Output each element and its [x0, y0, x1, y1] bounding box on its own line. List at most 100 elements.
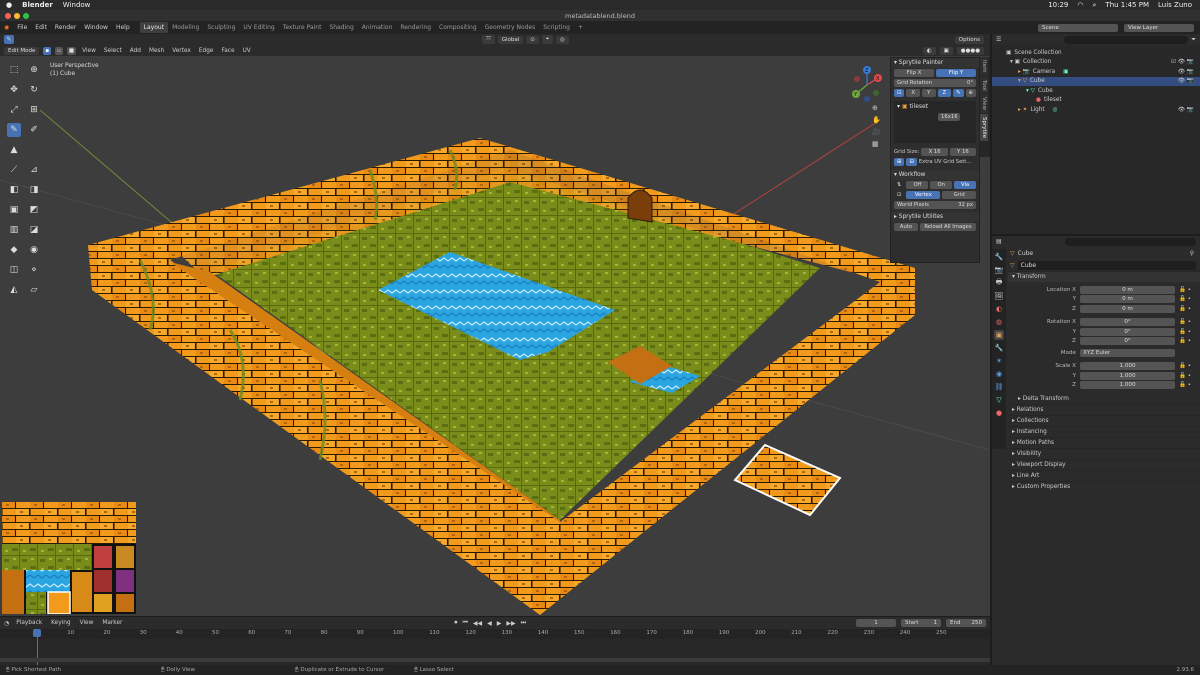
scene-selector[interactable]: Scene — [1038, 23, 1118, 32]
pin-icon[interactable]: ⊕ — [965, 89, 976, 97]
utilities-header[interactable]: ▸ Sprytile Utilites — [891, 212, 979, 222]
sprytile-paint-icon[interactable]: ✎ — [7, 123, 21, 137]
brush-tool-icon[interactable]: ✎ — [4, 35, 14, 44]
scene-tab-icon[interactable]: ◐ — [994, 304, 1004, 314]
delta-transform-section[interactable]: ▸ Delta Transform — [1008, 393, 1200, 404]
search-icon[interactable]: ⌕ — [1093, 1, 1097, 10]
pin-context-icon[interactable]: ⚲ — [1190, 250, 1194, 257]
tileset-preview[interactable] — [2, 502, 136, 615]
blender-logo-icon[interactable]: ◉ — [0, 24, 13, 31]
proportional-edit-icon[interactable]: ◎ — [555, 35, 569, 44]
menu-playback[interactable]: Playback — [14, 620, 44, 626]
tab-item[interactable]: Item — [980, 57, 988, 76]
flip-y-button[interactable]: Flip Y — [936, 69, 976, 77]
menu-view[interactable]: View — [80, 48, 98, 54]
axis-x-button[interactable]: X — [906, 89, 920, 97]
snap-normal-icon[interactable]: ✎ — [953, 89, 964, 97]
lock-scale-x-icon[interactable]: 🔓 • — [1179, 363, 1191, 369]
timeline[interactable]: 1102030405060708090100110120130140150160… — [0, 629, 990, 665]
bevel-icon[interactable]: ◩ — [27, 203, 41, 217]
lock-rotation-x-icon[interactable]: 🔓 • — [1179, 319, 1191, 325]
add-workspace-icon[interactable]: + — [574, 22, 587, 33]
world-pixels-field[interactable]: World Pixels 32 px — [894, 201, 976, 209]
flip-x-button[interactable]: Flip X — [894, 69, 934, 77]
zoom-icon[interactable]: ⊕ — [872, 104, 881, 112]
play-reverse-icon[interactable]: ◀ — [487, 620, 492, 627]
grid-icon-a[interactable]: ⊞ — [894, 158, 905, 166]
cursor-icon[interactable]: ⊕ — [27, 63, 41, 77]
ruler-icon[interactable]: ⊿ — [27, 163, 41, 177]
poly-build-icon[interactable]: ◆ — [7, 243, 21, 257]
outliner-light[interactable]: ▸ ✦ Light ◎ 👁 📷 — [992, 105, 1200, 115]
end-frame-field[interactable]: End 250 — [946, 619, 986, 627]
menu-face[interactable]: Face — [219, 48, 236, 54]
grid-rotation-field[interactable]: Grid Rotation 0° — [894, 79, 976, 87]
menu-select[interactable]: Select — [102, 48, 124, 54]
next-key-icon[interactable]: ▶▶ — [506, 620, 515, 627]
minimize-window-button[interactable] — [14, 12, 20, 19]
lock-location-z-icon[interactable]: 🔓 • — [1179, 306, 1191, 312]
orientation-dropdown[interactable]: Global — [497, 35, 524, 44]
properties-search-input[interactable] — [1064, 237, 1196, 246]
lock-icon[interactable]: ⊡ — [894, 89, 905, 97]
tab-scripting[interactable]: Scripting — [539, 22, 574, 33]
lock-scale-y-icon[interactable]: 🔓 • — [1179, 373, 1191, 379]
menu-uv[interactable]: UV — [241, 48, 253, 54]
outliner-search-input[interactable] — [1064, 35, 1189, 44]
fill-icon[interactable]: ▲ — [7, 143, 21, 157]
tab-rendering[interactable]: Rendering — [396, 22, 435, 33]
location-z-field[interactable]: 0 m — [1080, 304, 1175, 313]
jump-end-icon[interactable]: ⏭ — [521, 619, 526, 627]
instancing-section[interactable]: ▸ Instancing — [1008, 426, 1200, 437]
edge-select-icon[interactable]: ▫ — [55, 46, 63, 55]
material-tab-icon[interactable]: ● — [994, 408, 1004, 418]
lock-rotation-z-icon[interactable]: 🔓 • — [1179, 338, 1191, 344]
physics-tab-icon[interactable]: ◉ — [994, 369, 1004, 379]
grid-icon-b[interactable]: ⊟ — [906, 158, 917, 166]
scale-z-field[interactable]: 1.000 — [1080, 381, 1175, 390]
tab-layout[interactable]: Layout — [139, 22, 169, 33]
menu-mesh[interactable]: Mesh — [147, 48, 166, 54]
tab-animation[interactable]: Animation — [358, 22, 397, 33]
edge-slide-icon[interactable]: ⋄ — [27, 263, 41, 277]
inset-icon[interactable]: ▣ — [7, 203, 21, 217]
xray-icon[interactable]: ▣ — [939, 46, 953, 55]
tab-geometry-nodes[interactable]: Geometry Nodes — [481, 22, 540, 33]
view-layer-tab-icon[interactable]: 🖼 — [994, 291, 1004, 301]
grid-size-x-field[interactable]: X 16 — [921, 148, 948, 156]
menu-marker[interactable]: Marker — [100, 620, 124, 626]
menu-file[interactable]: File — [13, 24, 31, 31]
spin-icon[interactable]: ◉ — [27, 243, 41, 257]
prev-key-icon[interactable]: ◀◀ — [473, 620, 482, 627]
jump-start-icon[interactable]: ⏮ — [462, 619, 467, 627]
scale-icon[interactable]: ⤢ — [7, 103, 21, 117]
grid-size-y-field[interactable]: Y 16 — [949, 148, 976, 156]
render-tab-icon[interactable]: 📷 — [994, 265, 1004, 275]
line-art-section[interactable]: ▸ Line Art — [1008, 470, 1200, 481]
start-frame-field[interactable]: Start 1 — [901, 619, 941, 627]
outliner-collection[interactable]: ▾ ▣ Collection ☑ 👁 📷 — [992, 58, 1200, 68]
lock-location-x-icon[interactable]: 🔓 • — [1179, 287, 1191, 293]
menu-timeline-view[interactable]: View — [78, 620, 96, 626]
user-name[interactable]: Luis Zuno — [1158, 1, 1192, 9]
workflow-via-button[interactable]: Via — [954, 181, 976, 189]
menu-render[interactable]: Render — [51, 24, 80, 31]
scale-y-field[interactable]: 1.000 — [1080, 371, 1175, 380]
outliner-editor-icon[interactable]: ☰ — [996, 36, 1001, 43]
data-tab-icon[interactable]: ▽ — [994, 395, 1004, 405]
transform-icon[interactable]: ⊞ — [27, 103, 41, 117]
lock-location-y-icon[interactable]: 🔓 • — [1179, 296, 1191, 302]
clock[interactable]: Thu 1:45 PM — [1105, 1, 1149, 9]
viewport-overlays-icon[interactable]: ◐ — [922, 46, 936, 55]
extrude-icon[interactable]: ◨ — [27, 183, 41, 197]
pivot-icon[interactable]: ⊙ — [526, 35, 539, 44]
workflow-on-button[interactable]: On — [930, 181, 953, 189]
tileset-list[interactable]: ▾ ▣ tileset 16x16 — [894, 101, 976, 143]
rotation-y-field[interactable]: 0° — [1080, 327, 1175, 336]
lock-scale-z-icon[interactable]: 🔓 • — [1179, 382, 1191, 388]
tab-shading[interactable]: Shading — [325, 22, 357, 33]
mode-dropdown[interactable]: Edit Mode — [4, 46, 40, 55]
snap-icon[interactable]: ⌖ — [541, 35, 553, 44]
workflow-header[interactable]: ▾ Workflow — [891, 170, 979, 180]
options-dropdown[interactable]: Options — [954, 35, 984, 44]
